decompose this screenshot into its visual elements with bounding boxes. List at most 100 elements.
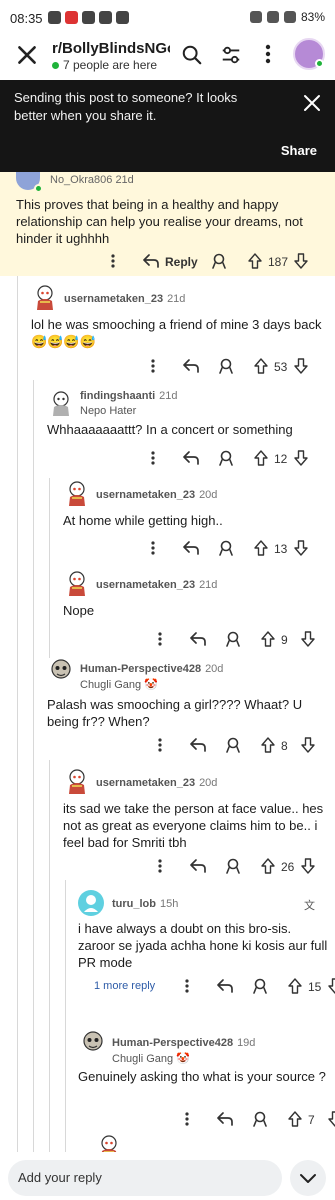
notification-icon xyxy=(48,11,61,24)
reply-icon[interactable] xyxy=(189,858,207,874)
gallery-icon xyxy=(116,11,129,24)
downvote-icon[interactable] xyxy=(301,737,315,753)
comment-author[interactable]: findingshaanti 21d xyxy=(80,390,178,402)
check-icon xyxy=(99,11,112,24)
reply-icon[interactable] xyxy=(182,450,200,466)
more-options-icon[interactable] xyxy=(157,737,163,753)
upvote-icon[interactable] xyxy=(254,450,268,466)
more-options-icon[interactable] xyxy=(184,978,190,994)
upvote-icon[interactable] xyxy=(261,858,275,874)
downvote-icon[interactable] xyxy=(328,1111,335,1127)
translate-icon[interactable]: 文 xyxy=(304,897,315,913)
username[interactable]: Human-Perspective428 xyxy=(112,1037,233,1049)
reply-icon[interactable] xyxy=(189,737,207,753)
downvote-icon[interactable] xyxy=(294,450,308,466)
downvote-icon[interactable] xyxy=(301,858,315,874)
award-icon[interactable] xyxy=(211,253,227,269)
username[interactable]: usernametaken_23 xyxy=(96,579,195,591)
username[interactable]: usernametaken_23 xyxy=(96,489,195,501)
thread-line[interactable] xyxy=(17,276,18,1152)
comment-author[interactable]: usernametaken_23 21d xyxy=(96,579,217,591)
award-icon[interactable] xyxy=(252,978,268,994)
more-options-icon[interactable] xyxy=(150,358,156,374)
reply-icon[interactable] xyxy=(216,978,234,994)
reply-icon[interactable] xyxy=(182,540,200,556)
filter-icon[interactable] xyxy=(220,44,242,66)
subreddit-title[interactable]: r/BollyBlindsNGo... xyxy=(52,40,170,57)
more-options-icon[interactable] xyxy=(157,858,163,874)
close-icon[interactable] xyxy=(303,94,321,112)
thread-line[interactable] xyxy=(49,478,50,658)
comment-author[interactable]: usernametaken_23 21d xyxy=(64,293,185,305)
award-icon[interactable] xyxy=(218,540,234,556)
award-icon[interactable] xyxy=(225,631,241,647)
username[interactable]: findingshaanti xyxy=(80,390,155,402)
comment-author[interactable]: Human-Perspective428 19d xyxy=(112,1037,255,1049)
award-icon[interactable] xyxy=(218,450,234,466)
more-options-icon[interactable] xyxy=(150,450,156,466)
downvote-icon[interactable] xyxy=(301,631,315,647)
award-icon[interactable] xyxy=(218,358,234,374)
username[interactable]: No_Okra806 xyxy=(50,174,112,186)
avatar[interactable] xyxy=(80,1030,106,1056)
vote-count: 12 xyxy=(274,452,288,466)
comment-author[interactable]: No_Okra806 21d xyxy=(50,174,134,186)
reply-button[interactable]: Reply xyxy=(165,255,198,269)
username[interactable]: usernametaken_23 xyxy=(64,293,163,305)
comment-author[interactable]: usernametaken_23 20d xyxy=(96,489,217,501)
collapse-button[interactable] xyxy=(290,1160,326,1196)
reply-icon[interactable] xyxy=(142,253,160,269)
reply-icon[interactable] xyxy=(189,631,207,647)
close-icon[interactable] xyxy=(14,42,40,68)
avatar[interactable] xyxy=(48,658,74,684)
downvote-icon[interactable] xyxy=(294,540,308,556)
award-icon[interactable] xyxy=(252,1111,268,1127)
vote-count: 13 xyxy=(274,542,288,556)
downvote-icon[interactable] xyxy=(328,978,335,994)
more-options-icon[interactable] xyxy=(258,42,278,66)
username[interactable]: Human-Perspective428 xyxy=(80,663,201,675)
reply-icon[interactable] xyxy=(216,1111,234,1127)
more-options-icon[interactable] xyxy=(157,631,163,647)
comment-body: Genuinely asking tho what is your source… xyxy=(78,1069,326,1084)
comment-body: Nope xyxy=(63,603,95,618)
comment-author[interactable]: Human-Perspective428 20d xyxy=(80,663,223,675)
share-button[interactable]: Share xyxy=(281,143,317,158)
more-options-icon[interactable] xyxy=(184,1111,190,1127)
reply-icon[interactable] xyxy=(182,358,200,374)
upvote-icon[interactable] xyxy=(288,1111,302,1127)
avatar[interactable] xyxy=(64,570,90,596)
user-avatar[interactable] xyxy=(293,38,325,70)
comment-body: its sad we take the person at face value… xyxy=(63,801,324,850)
more-options-icon[interactable] xyxy=(110,253,116,269)
upvote-icon[interactable] xyxy=(261,631,275,647)
more-options-icon[interactable] xyxy=(150,540,156,556)
reply-input[interactable]: Add your reply xyxy=(8,1160,282,1196)
thread-line[interactable] xyxy=(49,760,50,1152)
downvote-icon[interactable] xyxy=(294,253,308,269)
youtube-icon xyxy=(65,11,78,24)
thread-line[interactable] xyxy=(65,880,66,1152)
avatar[interactable] xyxy=(32,284,58,310)
comment-author[interactable]: usernametaken_23 20d xyxy=(96,777,217,789)
upvote-icon[interactable] xyxy=(254,540,268,556)
avatar[interactable] xyxy=(78,890,104,916)
downvote-icon[interactable] xyxy=(294,358,308,374)
comment-author[interactable]: turu_lob 15h xyxy=(112,898,178,910)
award-icon[interactable] xyxy=(225,858,241,874)
upvote-icon[interactable] xyxy=(261,737,275,753)
avatar[interactable] xyxy=(64,480,90,506)
username[interactable]: turu_lob xyxy=(112,898,156,910)
upvote-icon[interactable] xyxy=(254,358,268,374)
username[interactable]: usernametaken_23 xyxy=(96,777,195,789)
avatar[interactable] xyxy=(64,768,90,794)
search-icon[interactable] xyxy=(181,44,203,66)
vote-count: 187 xyxy=(268,255,289,269)
award-icon[interactable] xyxy=(225,737,241,753)
thread-line[interactable] xyxy=(33,380,34,1152)
vote-count: 7 xyxy=(308,1113,315,1127)
avatar[interactable] xyxy=(48,390,74,416)
upvote-icon[interactable] xyxy=(248,253,262,269)
upvote-icon[interactable] xyxy=(288,978,302,994)
more-replies-link[interactable]: 1 more reply xyxy=(94,980,155,992)
